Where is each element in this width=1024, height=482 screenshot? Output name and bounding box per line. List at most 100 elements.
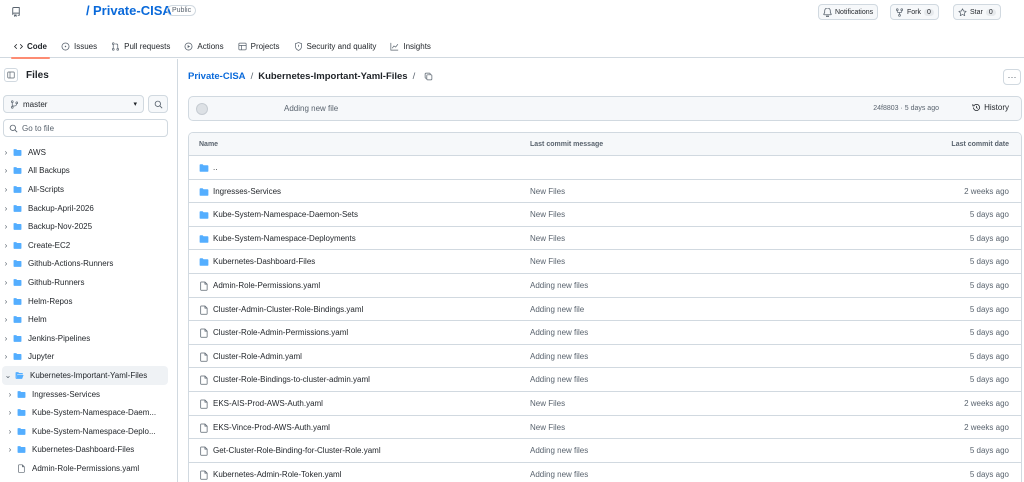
tree-folder-item[interactable]: › Github-Actions-Runners [0, 255, 176, 274]
tree-folder-item[interactable]: › Kube-System-Namespace-Daem... [0, 403, 176, 422]
tree-file-item[interactable]: Admin-Role-Permissions.yaml [0, 459, 176, 478]
table-row[interactable]: Admin-Role-Permissions.yaml Adding new fi… [189, 274, 1021, 298]
tab-insights[interactable]: Insights [390, 34, 431, 58]
chevron-right-icon[interactable]: › [4, 390, 16, 399]
tree-folder-item[interactable]: ⌄ Kubernetes-Important-Yaml-Files [2, 366, 168, 385]
avatar[interactable] [196, 103, 208, 115]
chevron-right-icon[interactable]: › [4, 408, 16, 417]
commit-message-link[interactable]: Adding new file [530, 305, 584, 314]
tree-folder-item[interactable]: › Helm-Repos [0, 292, 176, 311]
commit-message-link[interactable]: Adding new files [530, 470, 588, 479]
star-button[interactable]: Star 0 [953, 4, 1001, 20]
tree-folder-item[interactable]: › Create-EC2 [0, 236, 176, 255]
commit-message-link[interactable]: New Files [530, 234, 565, 243]
commit-message-link[interactable]: New Files [530, 399, 565, 408]
tree-folder-item[interactable]: › Ingresses-Services [0, 385, 176, 404]
commit-message-link[interactable]: New Files [530, 187, 565, 196]
tree-folder-item[interactable]: › Github-Runners [0, 273, 176, 292]
tree-folder-item[interactable]: › All-Scripts [0, 180, 176, 199]
tree-folder-item[interactable]: › Backup-Nov-2025 [0, 217, 176, 236]
tree-item-label: Kube-System-Namespace-Deplo... [32, 426, 156, 436]
tree-folder-item[interactable]: › Backup-April-2026 [0, 199, 176, 218]
commit-message-link[interactable]: Adding new files [530, 446, 588, 455]
go-to-file-input[interactable]: Go to file [3, 119, 168, 137]
tree-folder-item[interactable]: › Helm [0, 310, 176, 329]
tab-code[interactable]: Code [11, 34, 50, 59]
tab-pull-requests[interactable]: Pull requests [111, 34, 170, 58]
file-name-link[interactable]: EKS-Vince-Prod-AWS-Auth.yaml [213, 423, 330, 432]
copy-path-icon[interactable] [424, 72, 433, 81]
file-name-link[interactable]: .. [213, 163, 217, 172]
search-files-button[interactable] [148, 95, 168, 113]
table-row[interactable]: Kubernetes-Admin-Role-Token.yaml Adding n… [189, 463, 1021, 482]
file-name-link[interactable]: Admin-Role-Permissions.yaml [213, 281, 320, 290]
file-name-link[interactable]: Cluster-Admin-Cluster-Role-Bindings.yaml [213, 305, 363, 314]
tree-folder-item[interactable]: › AWS [0, 143, 176, 162]
table-row[interactable]: Kube-System-Namespace-Daemon-Sets New Fil… [189, 203, 1021, 227]
latest-commit-message[interactable]: Adding new file [284, 104, 338, 113]
table-row[interactable]: Ingresses-Services New Files 2 weeks ago [189, 180, 1021, 204]
chevron-right-icon[interactable]: › [0, 352, 12, 361]
commit-message-link[interactable]: Adding new files [530, 375, 588, 384]
chevron-right-icon[interactable]: › [0, 204, 12, 213]
chevron-right-icon[interactable]: › [4, 427, 16, 436]
repo-name-link[interactable]: Private-CISA [93, 3, 172, 18]
commit-message-link[interactable]: Adding new files [530, 328, 588, 337]
chevron-right-icon[interactable]: › [0, 334, 12, 343]
chevron-right-icon[interactable]: › [0, 297, 12, 306]
chevron-right-icon[interactable]: › [0, 259, 12, 268]
chevron-right-icon[interactable]: › [0, 148, 12, 157]
file-name-link[interactable]: Cluster-Role-Admin-Permissions.yaml [213, 328, 348, 337]
tab-actions[interactable]: Actions [184, 34, 224, 58]
tree-folder-item[interactable]: › All Backups [0, 162, 176, 181]
tab-issues[interactable]: Issues [61, 34, 97, 58]
file-name-link[interactable]: Ingresses-Services [213, 187, 281, 196]
breadcrumb-repo-link[interactable]: Private-CISA [188, 71, 246, 82]
commit-message-link[interactable]: Adding new files [530, 352, 588, 361]
latest-commit-meta[interactable]: 24f8803 · 5 days ago [873, 105, 939, 112]
file-name-link[interactable]: Get-Cluster-Role-Binding-for-Cluster-Rol… [213, 446, 381, 455]
chevron-down-icon[interactable]: ⌄ [2, 371, 14, 380]
table-row[interactable]: Cluster-Admin-Cluster-Role-Bindings.yaml… [189, 298, 1021, 322]
tab-projects[interactable]: Projects [238, 34, 280, 58]
parent-directory-row[interactable]: .. [189, 156, 1021, 180]
commit-message-link[interactable]: Adding new files [530, 281, 588, 290]
chevron-right-icon[interactable]: › [0, 241, 12, 250]
tree-folder-item[interactable]: › Kubernetes-Dashboard-Files [0, 441, 176, 460]
table-row[interactable]: EKS-Vince-Prod-AWS-Auth.yaml New Files 2 w… [189, 416, 1021, 440]
commit-message-link[interactable]: New Files [530, 257, 565, 266]
chevron-right-icon[interactable]: › [0, 185, 12, 194]
tree-folder-item[interactable]: › Jenkins-Pipelines [0, 329, 176, 348]
commit-message-link[interactable]: New Files [530, 210, 565, 219]
tab-security[interactable]: Security and quality [294, 34, 376, 58]
table-row[interactable]: Kubernetes-Dashboard-Files New Files 5 day… [189, 250, 1021, 274]
chevron-right-icon[interactable]: › [0, 315, 12, 324]
collapse-sidebar-button[interactable] [4, 68, 18, 82]
table-row[interactable]: Get-Cluster-Role-Binding-for-Cluster-Rol… [189, 439, 1021, 463]
table-row[interactable]: Kube-System-Namespace-Deployments New Fil… [189, 227, 1021, 251]
table-row[interactable]: Cluster-Role-Admin.yaml Adding new files 5… [189, 345, 1021, 369]
chevron-right-icon[interactable]: › [0, 278, 12, 287]
tree-folder-item[interactable]: › Jupyter [0, 348, 176, 367]
file-name-link[interactable]: Cluster-Role-Bindings-to-cluster-admin.y… [213, 375, 370, 384]
file-name-link[interactable]: EKS-AIS-Prod-AWS-Auth.yaml [213, 399, 323, 408]
file-name-link[interactable]: Kube-System-Namespace-Daemon-Sets [213, 210, 358, 219]
commit-message-link[interactable]: New Files [530, 423, 565, 432]
table-row[interactable]: Cluster-Role-Admin-Permissions.yaml Addin… [189, 321, 1021, 345]
chevron-right-icon[interactable]: › [4, 445, 16, 454]
table-row[interactable]: Cluster-Role-Bindings-to-cluster-admin.y… [189, 368, 1021, 392]
file-name-link[interactable]: Kubernetes-Dashboard-Files [213, 257, 315, 266]
file-name-link[interactable]: Cluster-Role-Admin.yaml [213, 352, 302, 361]
fork-button[interactable]: Fork 0 [890, 4, 939, 20]
chevron-right-icon[interactable]: › [0, 222, 12, 231]
more-options-button[interactable]: ··· [1003, 69, 1021, 85]
history-button[interactable]: History [972, 103, 1009, 112]
notifications-button[interactable]: Notifications [818, 4, 879, 20]
owner-name-redacted[interactable] [30, 4, 85, 18]
table-row[interactable]: EKS-AIS-Prod-AWS-Auth.yaml New Files 2 wee… [189, 392, 1021, 416]
chevron-right-icon[interactable]: › [0, 166, 12, 175]
file-name-link[interactable]: Kubernetes-Admin-Role-Token.yaml [213, 470, 342, 479]
file-name-link[interactable]: Kube-System-Namespace-Deployments [213, 234, 356, 243]
tree-folder-item[interactable]: › Kube-System-Namespace-Deplo... [0, 422, 176, 441]
branch-selector[interactable]: master ▾ [3, 95, 144, 113]
